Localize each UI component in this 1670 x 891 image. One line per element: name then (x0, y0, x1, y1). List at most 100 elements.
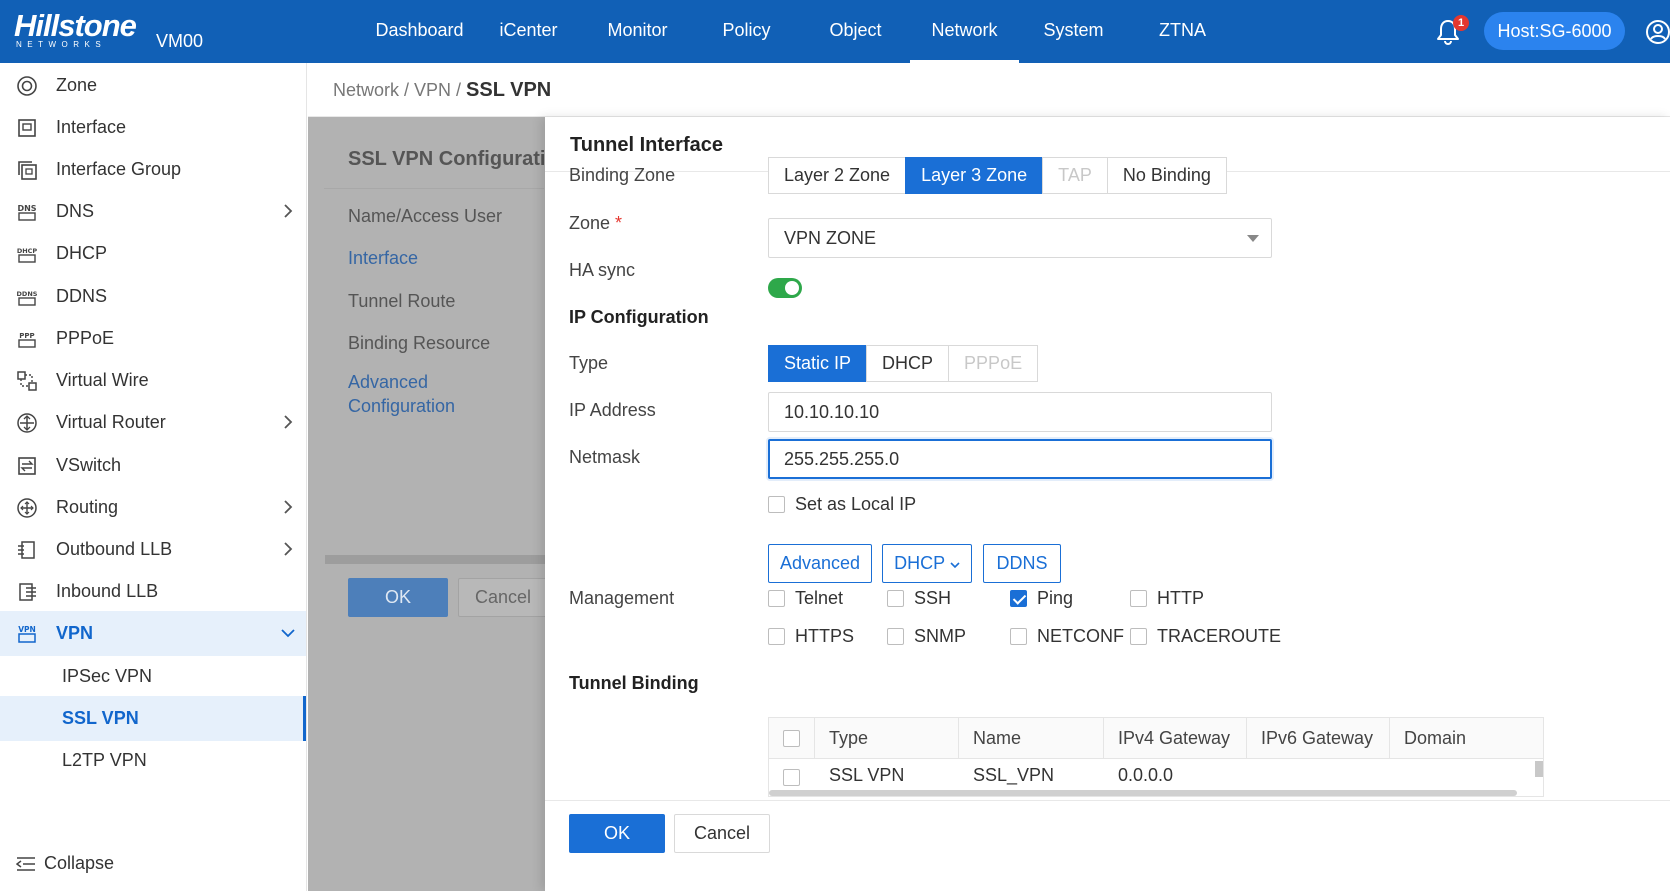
sidebar-item-dns[interactable]: DNS DNS (0, 189, 306, 234)
binding-zone-selector: Layer 2 Zone Layer 3 Zone TAP No Binding (768, 157, 1227, 194)
sidebar-item-ddns[interactable]: DDNS DDNS (0, 274, 306, 319)
tunnel-binding-heading: Tunnel Binding (569, 673, 699, 693)
background-page-title: SSL VPN Configurati (348, 148, 546, 170)
hillstone-logo[interactable]: Hillstone NETWORKS (14, 10, 139, 50)
background-nav-configuration: Configuration (348, 396, 456, 416)
collapse-button[interactable]: Collapse (16, 853, 114, 874)
checkbox-label: HTTPS (795, 626, 855, 646)
column-domain[interactable]: Domain (1390, 718, 1533, 759)
select-all-cell (769, 718, 815, 759)
sidebar-item-label: Routing (56, 497, 119, 517)
cancel-button[interactable]: Cancel (674, 814, 770, 853)
host-button[interactable]: Host:SG-6000 (1484, 12, 1625, 50)
sidebar-item-interface-group[interactable]: Interface Group (0, 147, 306, 192)
mgmt-ping-checkbox[interactable]: Ping (1010, 588, 1073, 609)
svg-text:DNS: DNS (17, 204, 36, 213)
sidebar-item-inbound-llb[interactable]: Inbound LLB (0, 569, 306, 614)
mgmt-snmp-checkbox[interactable]: SNMP (887, 626, 966, 647)
dhcp-icon: DHCP (17, 247, 37, 263)
advanced-button[interactable]: Advanced (768, 544, 872, 583)
ddns-button[interactable]: DDNS (983, 544, 1061, 583)
ip-address-input[interactable]: 10.10.10.10 (768, 392, 1272, 432)
sidebar-item-vswitch[interactable]: VSwitch (0, 443, 306, 488)
nav-monitor[interactable]: Monitor (583, 0, 692, 63)
column-name[interactable]: Name (959, 718, 1104, 759)
chevron-down-icon (950, 562, 960, 569)
top-nav: Dashboard iCenter Monitor Policy Object … (365, 0, 1237, 63)
binding-zone-layer2[interactable]: Layer 2 Zone (768, 157, 907, 194)
horizontal-scrollbar[interactable] (769, 790, 1517, 796)
cell-type: SSL VPN (829, 765, 905, 785)
interface-icon (18, 119, 36, 137)
nav-ztna[interactable]: ZTNA (1128, 0, 1237, 63)
checkbox-label: SSH (914, 588, 952, 608)
chevron-down-icon (281, 629, 295, 638)
nav-dashboard[interactable]: Dashboard (365, 0, 474, 63)
sidebar-item-zone[interactable]: Zone (0, 63, 306, 108)
sidebar-item-pppoe[interactable]: PPP PPPoE (0, 316, 306, 361)
notification-badge: 1 (1453, 15, 1469, 31)
type-static-ip[interactable]: Static IP (768, 345, 868, 382)
nav-icenter[interactable]: iCenter (474, 0, 583, 63)
ha-sync-toggle[interactable] (768, 278, 802, 298)
select-all-checkbox[interactable] (783, 730, 800, 747)
checkbox-box (887, 628, 904, 645)
mgmt-netconf-checkbox[interactable]: NETCONF (1010, 626, 1124, 647)
background-divider (324, 188, 544, 189)
checkbox-box (887, 590, 904, 607)
chevron-right-icon (284, 204, 293, 218)
sidebar-item-ipsec-vpn[interactable]: IPSec VPN (0, 654, 306, 699)
netmask-input[interactable]: 255.255.255.0 (768, 439, 1272, 479)
mgmt-http-checkbox[interactable]: HTTP (1130, 588, 1204, 609)
sidebar-item-ssl-vpn[interactable]: SSL VPN (0, 696, 306, 741)
binding-zone-no-binding[interactable]: No Binding (1106, 157, 1227, 194)
chevron-right-icon (284, 415, 293, 429)
row-checkbox[interactable] (783, 769, 800, 786)
dns-icon: DNS (17, 204, 37, 221)
sidebar-item-label: Virtual Router (56, 412, 166, 432)
ok-button[interactable]: OK (569, 814, 665, 853)
mgmt-traceroute-checkbox[interactable]: TRACEROUTE (1130, 626, 1281, 647)
sidebar-item-dhcp[interactable]: DHCP DHCP (0, 231, 306, 276)
mgmt-telnet-checkbox[interactable]: Telnet (768, 588, 843, 609)
nav-object[interactable]: Object (801, 0, 910, 63)
breadcrumb-path[interactable]: Network / VPN / (333, 80, 466, 100)
zone-select[interactable]: VPN ZONE (768, 218, 1272, 258)
sidebar-item-vpn[interactable]: VPN VPN (0, 611, 306, 656)
nav-system[interactable]: System (1019, 0, 1128, 63)
sidebar-item-label: Outbound LLB (56, 539, 173, 559)
type-dhcp[interactable]: DHCP (866, 345, 950, 382)
zone-select-value: VPN ZONE (784, 228, 877, 248)
dhcp-dropdown-button[interactable]: DHCP (882, 544, 972, 583)
drawer-footer: OK Cancel (545, 800, 1670, 891)
sidebar-item-virtual-wire[interactable]: Virtual Wire (0, 358, 306, 403)
vertical-scrollbar[interactable] (1535, 761, 1543, 777)
sidebar-item-interface[interactable]: Interface (0, 105, 306, 150)
virtual-wire-icon (17, 371, 37, 391)
column-ipv6-gateway[interactable]: IPv6 Gateway (1247, 718, 1390, 759)
user-icon[interactable] (1645, 19, 1670, 45)
nav-network[interactable]: Network (910, 0, 1019, 63)
column-ipv4-gateway[interactable]: IPv4 Gateway (1104, 718, 1247, 759)
outbound-llb-icon (18, 541, 35, 559)
breadcrumb: Network / VPN / SSL VPN (308, 63, 1670, 117)
sidebar-item-label: Inbound LLB (56, 581, 159, 601)
sidebar-item-virtual-router[interactable]: Virtual Router (0, 400, 306, 445)
vswitch-icon (18, 457, 36, 475)
inbound-llb-icon (19, 583, 36, 601)
sidebar-item-routing[interactable]: Routing (0, 485, 306, 530)
netmask-label: Netmask (569, 447, 641, 467)
table-header: Type Name IPv4 Gateway IPv6 Gateway Doma… (769, 718, 1543, 759)
sidebar-item-l2tp-vpn[interactable]: L2TP VPN (0, 738, 306, 783)
column-type[interactable]: Type (815, 718, 959, 759)
binding-zone-layer3[interactable]: Layer 3 Zone (905, 157, 1044, 194)
sidebar-item-outbound-llb[interactable]: Outbound LLB (0, 527, 306, 572)
set-local-ip-checkbox[interactable]: Set as Local IP (768, 494, 916, 515)
svg-text:VPN: VPN (18, 625, 36, 634)
virtual-router-icon (17, 413, 37, 433)
mgmt-ssh-checkbox[interactable]: SSH (887, 588, 951, 609)
sidebar-item-label: Virtual Wire (56, 370, 149, 390)
tunnel-binding-table: Type Name IPv4 Gateway IPv6 Gateway Doma… (768, 717, 1544, 797)
mgmt-https-checkbox[interactable]: HTTPS (768, 626, 854, 647)
nav-policy[interactable]: Policy (692, 0, 801, 63)
